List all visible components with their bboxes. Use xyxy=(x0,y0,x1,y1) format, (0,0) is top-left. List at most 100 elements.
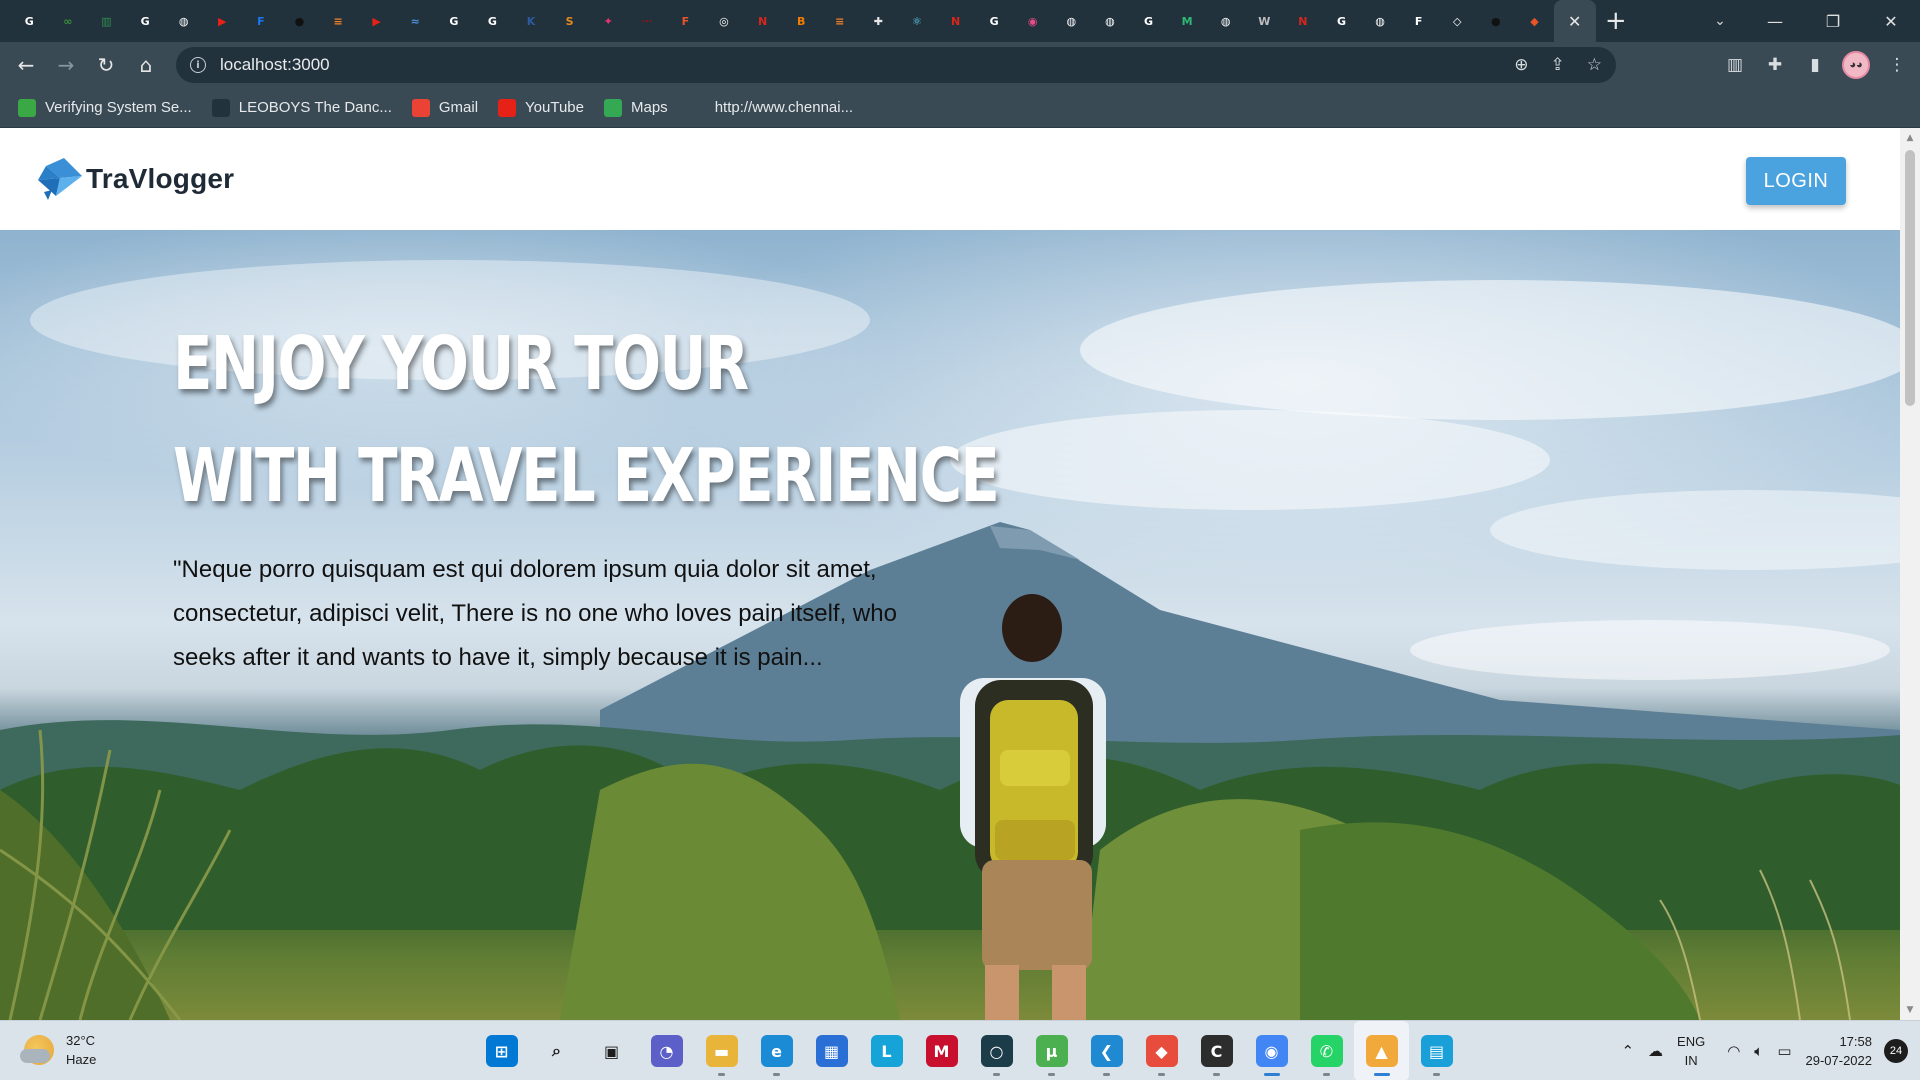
taskbar-app[interactable]: ▬ xyxy=(694,1021,749,1080)
bookmark-item[interactable]: Maps xyxy=(604,93,668,123)
bookmark-item[interactable]: YouTube xyxy=(498,93,584,123)
browser-tab[interactable]: G xyxy=(1322,0,1361,42)
login-button[interactable]: LOGIN xyxy=(1746,157,1846,205)
taskbar-app[interactable]: ▤ xyxy=(1409,1021,1464,1080)
taskbar-app[interactable]: M xyxy=(914,1021,969,1080)
tab-search-chevron-icon[interactable]: ⌄ xyxy=(1700,0,1740,42)
side-panel-icon[interactable]: ▮ xyxy=(1802,52,1828,78)
browser-tab[interactable]: ≡ xyxy=(820,0,859,42)
taskbar-app[interactable]: L xyxy=(859,1021,914,1080)
restore-icon[interactable]: ❐ xyxy=(1804,0,1862,42)
browser-tab[interactable]: ✦ xyxy=(589,0,628,42)
taskbar-app[interactable]: ◆ xyxy=(1134,1021,1189,1080)
volume-icon[interactable]: 🔈︎ xyxy=(1754,1042,1763,1060)
browser-tab[interactable]: S xyxy=(550,0,589,42)
browser-tab[interactable]: ◇ xyxy=(1438,0,1477,42)
taskbar-app[interactable]: ✆ xyxy=(1299,1021,1354,1080)
browser-tab[interactable]: F xyxy=(1399,0,1438,42)
close-tab-icon[interactable]: ✕ xyxy=(1565,11,1585,31)
close-window-icon[interactable]: ✕ xyxy=(1862,0,1920,42)
browser-tab-active[interactable]: ✕ xyxy=(1553,0,1596,42)
scroll-down-icon[interactable]: ▼ xyxy=(1900,1002,1920,1018)
browser-tab[interactable]: ◎ xyxy=(705,0,744,42)
extension-chart-icon[interactable]: ▥ xyxy=(1722,52,1748,78)
taskbar-app[interactable]: ⌕ xyxy=(529,1021,584,1080)
browser-tab[interactable]: ⋯ xyxy=(628,0,667,42)
taskbar-app[interactable]: ▣ xyxy=(584,1021,639,1080)
browser-tab[interactable]: G xyxy=(10,0,49,42)
browser-tab[interactable]: W xyxy=(1245,0,1284,42)
battery-icon[interactable]: ▭ xyxy=(1777,1042,1791,1060)
browser-tab[interactable]: N xyxy=(936,0,975,42)
browser-tab[interactable]: F xyxy=(666,0,705,42)
browser-tab[interactable]: N xyxy=(1284,0,1323,42)
browser-tab[interactable]: ∞ xyxy=(49,0,88,42)
taskbar-app[interactable]: ○ xyxy=(969,1021,1024,1080)
taskbar-app[interactable]: ◔ xyxy=(639,1021,694,1080)
browser-tab[interactable]: ● xyxy=(1477,0,1516,42)
bookmark-item[interactable]: http://www.chennai... xyxy=(687,93,853,123)
taskbar-app[interactable]: C xyxy=(1189,1021,1244,1080)
browser-tab[interactable]: ≡ xyxy=(319,0,358,42)
browser-tab[interactable]: ◍ xyxy=(1091,0,1130,42)
profile-avatar[interactable]: ◕◕ xyxy=(1842,51,1870,79)
taskbar-app[interactable]: ▲ xyxy=(1354,1021,1409,1080)
browser-tab[interactable]: ◍ xyxy=(1052,0,1091,42)
share-icon[interactable]: ⇪ xyxy=(1551,55,1565,75)
browser-tab[interactable]: ◉ xyxy=(1013,0,1052,42)
taskbar-app[interactable]: ⊞ xyxy=(474,1021,529,1080)
show-hidden-icons-chevron-icon[interactable]: ⌃ xyxy=(1621,1042,1634,1060)
browser-tab[interactable]: ⚛ xyxy=(898,0,937,42)
minimize-icon[interactable]: — xyxy=(1746,0,1804,42)
browser-tab[interactable]: ◍ xyxy=(1206,0,1245,42)
browser-tab[interactable]: N xyxy=(743,0,782,42)
wifi-icon[interactable]: ◠ xyxy=(1727,1042,1740,1060)
browser-tab[interactable]: G xyxy=(975,0,1014,42)
zoom-icon[interactable]: ⊕ xyxy=(1514,55,1528,75)
browser-tab[interactable]: G xyxy=(473,0,512,42)
browser-tab[interactable]: ≈ xyxy=(396,0,435,42)
browser-tab[interactable]: ✚ xyxy=(859,0,898,42)
scroll-up-icon[interactable]: ▲ xyxy=(1900,130,1920,146)
bookmark-star-icon[interactable]: ☆ xyxy=(1587,55,1602,75)
address-bar[interactable]: i localhost:3000 ⊕ ⇪ ☆ xyxy=(176,47,1616,83)
browser-tab[interactable]: K xyxy=(512,0,551,42)
clock[interactable]: 17:58 29-07-2022 xyxy=(1806,1032,1873,1070)
browser-tab[interactable]: B xyxy=(782,0,821,42)
browser-tab[interactable]: ◍ xyxy=(1361,0,1400,42)
new-tab-button[interactable]: + xyxy=(1596,0,1636,42)
home-icon[interactable]: ⌂ xyxy=(126,47,166,83)
onedrive-cloud-icon[interactable]: ☁ xyxy=(1648,1042,1663,1060)
browser-tab[interactable]: F xyxy=(242,0,281,42)
browser-tab[interactable]: G xyxy=(1129,0,1168,42)
reload-icon[interactable]: ↻ xyxy=(86,47,126,83)
bookmark-item[interactable]: Verifying System Se... xyxy=(18,93,192,123)
site-logo[interactable]: TraVlogger xyxy=(36,156,234,202)
browser-tab[interactable]: ▥ xyxy=(87,0,126,42)
forward-icon[interactable]: → xyxy=(46,47,86,83)
browser-tab[interactable]: ◆ xyxy=(1515,0,1554,42)
browser-tab[interactable]: ▶ xyxy=(203,0,242,42)
browser-tab[interactable]: ▶ xyxy=(357,0,396,42)
browser-tab[interactable]: ◍ xyxy=(164,0,203,42)
extensions-puzzle-icon[interactable]: ✚ xyxy=(1762,52,1788,78)
taskbar-app[interactable]: ◉ xyxy=(1244,1021,1299,1080)
browser-tab[interactable]: M xyxy=(1168,0,1207,42)
scrollbar-thumb[interactable] xyxy=(1905,150,1915,406)
address-url[interactable]: localhost:3000 xyxy=(220,55,330,75)
back-icon[interactable]: ← xyxy=(6,47,46,83)
taskbar-app[interactable]: µ xyxy=(1024,1021,1079,1080)
browser-tab[interactable]: G xyxy=(435,0,474,42)
page-scrollbar[interactable]: ▲ ▼ xyxy=(1900,128,1920,1020)
browser-tab[interactable]: G xyxy=(126,0,165,42)
taskbar-app[interactable]: ❮ xyxy=(1079,1021,1134,1080)
taskbar-app[interactable]: e xyxy=(749,1021,804,1080)
bookmark-item[interactable]: Gmail xyxy=(411,93,478,123)
bookmark-item[interactable]: LEOBOYS The Danc... xyxy=(211,93,392,123)
menu-kebab-icon[interactable]: ⋮ xyxy=(1884,52,1910,78)
weather-widget[interactable]: 32°C Haze xyxy=(20,1031,96,1069)
taskbar-app[interactable]: ▦ xyxy=(804,1021,859,1080)
notification-count-badge[interactable]: 24 xyxy=(1884,1039,1908,1063)
site-info-icon[interactable]: i xyxy=(190,57,206,73)
language-indicator[interactable]: ENG IN xyxy=(1677,1032,1705,1070)
